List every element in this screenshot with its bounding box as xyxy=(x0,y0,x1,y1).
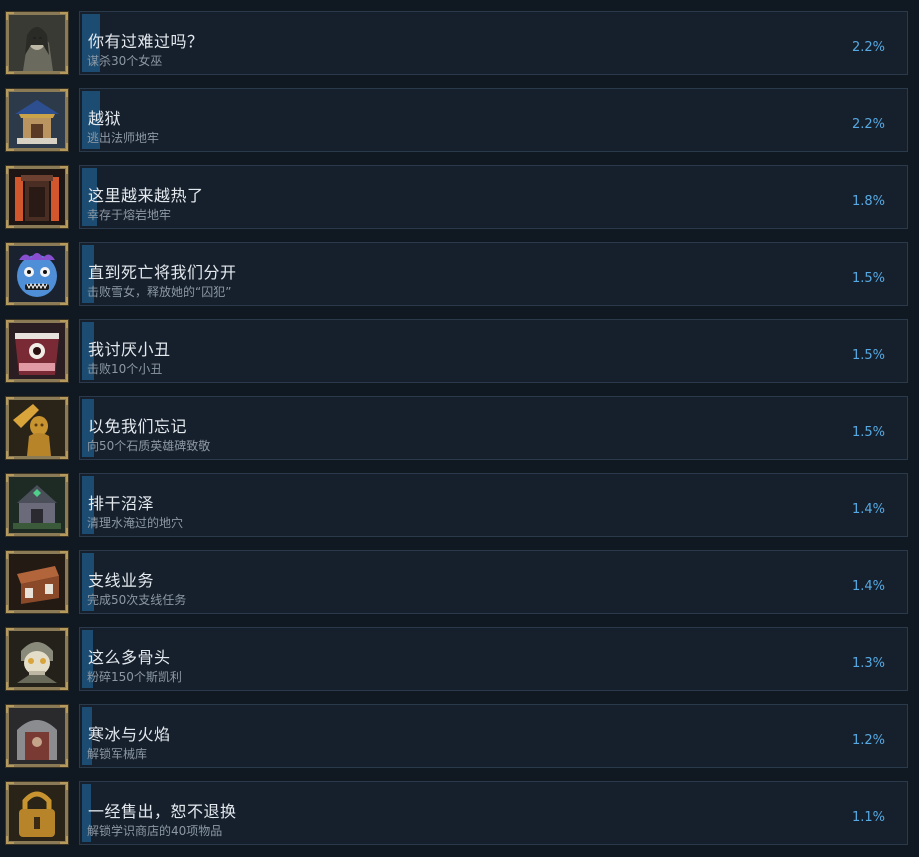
achievement-unlock-percent: 1.8% xyxy=(851,194,885,209)
achievement-title: 一经售出，恕不退换 xyxy=(88,802,237,821)
achievement-row: 一经售出，恕不退换解锁学识商店的40项物品 1.1% xyxy=(0,781,919,847)
achievement-progress-bar: 你有过难过吗？ 谋杀30个女巫 2.2% xyxy=(79,11,908,75)
achievement-unlock-percent: 2.2% xyxy=(851,117,885,132)
achievement-progress-bar: 排干沼泽清理水淹过的地穴 1.4% xyxy=(79,473,908,537)
pagoda-building-icon xyxy=(9,92,65,148)
achievement-row: 排干沼泽清理水淹过的地穴 1.4% xyxy=(0,473,919,539)
lava-dungeon-gate-icon xyxy=(9,169,65,225)
achievement-description: 向50个石质英雄碑致敬 xyxy=(87,439,211,453)
skeleton-warrior-icon xyxy=(9,631,65,687)
achievement-title: 这里越来越热了 xyxy=(88,186,204,205)
achievement-unlock-percent: 1.5% xyxy=(851,271,885,286)
witch-hunter-portrait-icon xyxy=(9,15,65,71)
achievement-icon-frame xyxy=(5,627,69,691)
achievement-row: 这里越来越热了幸存于熔岩地牢 1.8% xyxy=(0,165,919,231)
achievement-description: 解锁学识商店的40项物品 xyxy=(87,824,223,838)
achievement-title: 你有过难过吗？ xyxy=(88,32,204,51)
achievement-description: 清理水淹过的地穴 xyxy=(87,516,184,530)
achievement-row: 以免我们忘记向50个石质英雄碑致敬 1.5% xyxy=(0,396,919,462)
achievement-unlock-percent: 1.4% xyxy=(851,502,885,517)
achievement-progress-bar: 支线业务完成50次支线任务 1.4% xyxy=(79,550,908,614)
achievement-description: 幸存于熔岩地牢 xyxy=(87,208,172,222)
swamp-crypt-house-icon xyxy=(9,477,65,533)
achievement-description: 逃出法师地牢 xyxy=(87,131,160,145)
achievement-icon-frame xyxy=(5,781,69,845)
achievement-icon-frame xyxy=(5,319,69,383)
achievement-description: 解锁军械库 xyxy=(87,747,148,761)
achievement-icon-frame xyxy=(5,396,69,460)
achievement-progress-bar: 一经售出，恕不退换解锁学识商店的40项物品 1.1% xyxy=(79,781,908,845)
achievement-icon-frame xyxy=(5,473,69,537)
achievement-row: 直到死亡将我们分开击败雪女，释放她的“囚犯” 1.5% xyxy=(0,242,919,308)
achievement-title: 排干沼泽 xyxy=(88,494,155,513)
achievement-icon-frame xyxy=(5,550,69,614)
achievement-description: 完成50次支线任务 xyxy=(87,593,187,607)
achievement-progress-bar: 寒冰与火焰解锁军械库 1.2% xyxy=(79,704,908,768)
achievement-unlock-percent: 1.3% xyxy=(851,656,885,671)
achievement-unlock-percent: 1.5% xyxy=(851,348,885,363)
achievement-row: 寒冰与火焰解锁军械库 1.2% xyxy=(0,704,919,770)
achievement-description: 粉碎150个斯凯利 xyxy=(87,670,182,684)
wooden-chest-icon xyxy=(9,554,65,610)
achievement-row: 这么多骨头粉碎150个斯凯利 1.3% xyxy=(0,627,919,693)
achievement-progress-bar: 越狱逃出法师地牢 2.2% xyxy=(79,88,908,152)
achievement-icon-frame xyxy=(5,11,69,75)
achievement-description: 击败雪女，释放她的“囚犯” xyxy=(87,285,232,299)
blue-monster-face-icon xyxy=(9,246,65,302)
achievement-icon-frame xyxy=(5,88,69,152)
achievement-row: 支线业务完成50次支线任务 1.4% xyxy=(0,550,919,616)
achievement-title: 以免我们忘记 xyxy=(88,417,188,436)
achievement-title: 越狱 xyxy=(88,109,122,128)
achievement-unlock-percent: 1.5% xyxy=(851,425,885,440)
achievement-icon-frame xyxy=(5,704,69,768)
achievement-title: 寒冰与火焰 xyxy=(88,725,171,744)
eye-monster-clown-icon xyxy=(9,323,65,379)
achievement-unlock-percent: 2.2% xyxy=(851,40,885,55)
achievement-unlock-percent: 1.4% xyxy=(851,579,885,594)
golden-hero-statue-icon xyxy=(9,400,65,456)
achievement-description: 击败10个小丑 xyxy=(87,362,163,376)
achievement-title: 直到死亡将我们分开 xyxy=(88,263,237,282)
achievement-icon-frame xyxy=(5,165,69,229)
achievement-progress-bar: 这里越来越热了幸存于熔岩地牢 1.8% xyxy=(79,165,908,229)
achievement-progress-bar: 这么多骨头粉碎150个斯凯利 1.3% xyxy=(79,627,908,691)
achievement-title: 支线业务 xyxy=(88,571,155,590)
golden-padlock-icon xyxy=(9,785,65,841)
achievement-icon-frame xyxy=(5,242,69,306)
achievement-progress-bar: 我讨厌小丑击败10个小丑 1.5% xyxy=(79,319,908,383)
achievement-row: 你有过难过吗？ 谋杀30个女巫 2.2% xyxy=(0,11,919,77)
achievement-unlock-percent: 1.1% xyxy=(851,810,885,825)
achievement-description: 谋杀30个女巫 xyxy=(87,54,163,68)
armory-door-icon xyxy=(9,708,65,764)
achievement-title: 这么多骨头 xyxy=(88,648,171,667)
achievement-title: 我讨厌小丑 xyxy=(88,340,171,359)
achievement-row: 我讨厌小丑击败10个小丑 1.5% xyxy=(0,319,919,385)
achievement-list: 你有过难过吗？ 谋杀30个女巫 2.2% 越狱逃出法师地牢 2.2% 这里越来越热了幸存于… xyxy=(0,0,919,857)
achievement-unlock-percent: 1.2% xyxy=(851,733,885,748)
achievement-row: 越狱逃出法师地牢 2.2% xyxy=(0,88,919,154)
achievement-progress-bar: 直到死亡将我们分开击败雪女，释放她的“囚犯” 1.5% xyxy=(79,242,908,306)
achievement-progress-bar: 以免我们忘记向50个石质英雄碑致敬 1.5% xyxy=(79,396,908,460)
